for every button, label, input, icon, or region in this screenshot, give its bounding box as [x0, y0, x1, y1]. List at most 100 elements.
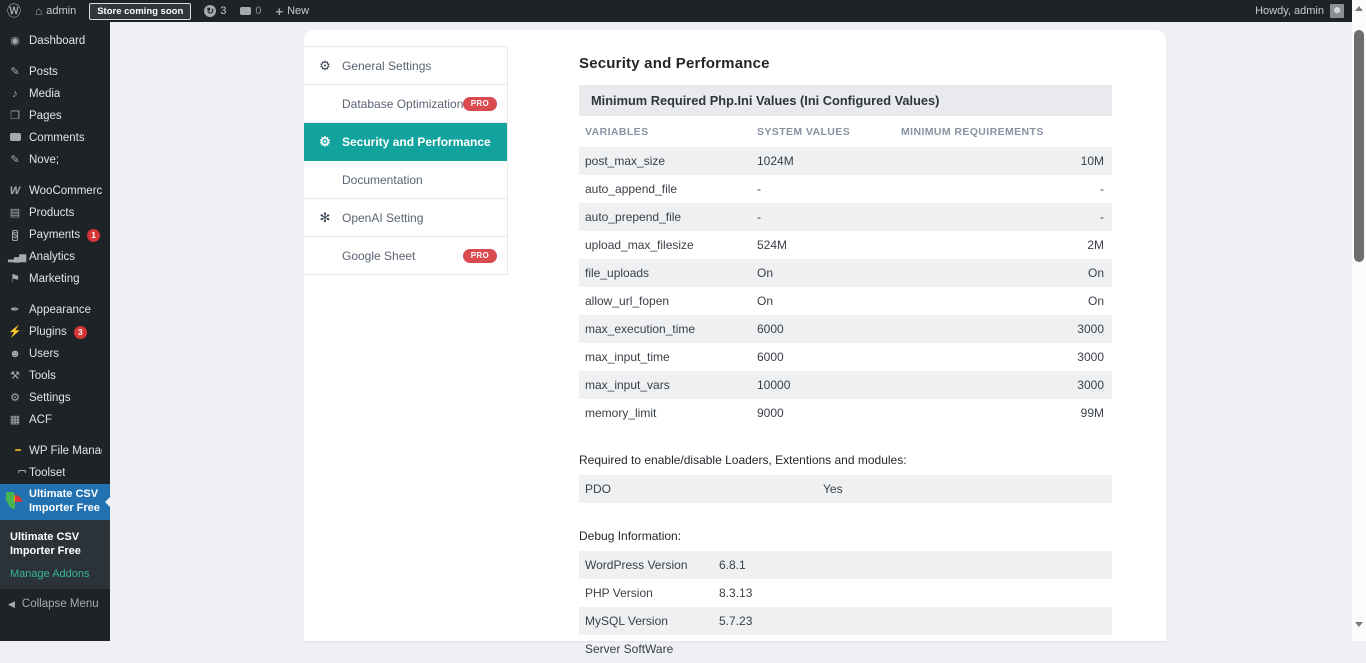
scroll-up-arrow-icon[interactable]	[1355, 6, 1363, 11]
card-icon: $	[8, 230, 22, 241]
coming-soon-badge[interactable]: Store coming soon	[89, 3, 191, 20]
database-icon	[318, 249, 332, 262]
csv-importer-logo-icon	[8, 495, 22, 509]
table-row: auto_prepend_file - -	[579, 203, 1112, 231]
pro-badge: PRO	[463, 249, 497, 263]
tab-documentation[interactable]: Documentation	[304, 161, 507, 199]
avatar[interactable]: ☻	[1330, 4, 1344, 18]
settings-card: ⚙ General Settings Database Optimization…	[304, 30, 1166, 641]
updates-link[interactable]: ↻ 3	[197, 0, 233, 22]
csv-importer-submenu: Ultimate CSV Importer Free Manage Addons	[0, 520, 110, 589]
sidebar-item-acf[interactable]: ▦ ACF	[0, 409, 110, 431]
settings-tab-list: ⚙ General Settings Database Optimization…	[304, 46, 508, 275]
pushpin-icon: ✎	[8, 155, 22, 166]
pages-icon: ❐	[8, 111, 22, 122]
settings-icon: ⚙	[8, 393, 22, 404]
products-icon: ▤	[8, 208, 22, 219]
col-system-values: SYSTEM VALUES	[757, 126, 901, 138]
sidebar-item-dashboard[interactable]: ◉ Dashboard	[0, 30, 110, 52]
sidebar-item-posts[interactable]: ✎ Posts	[0, 61, 110, 83]
table-row: PDO Yes	[579, 475, 1112, 503]
sidebar-item-tools[interactable]: ⚒ Tools	[0, 365, 110, 387]
table-row: Server SoftWare	[579, 635, 1112, 663]
comments-link[interactable]: 0	[233, 0, 268, 22]
dashboard-icon: ◉	[8, 36, 22, 47]
table-row: max_execution_time 6000 3000	[579, 315, 1112, 343]
collapse-arrow-icon: ◀	[8, 599, 15, 610]
howdy-text[interactable]: Howdy, admin	[1255, 5, 1324, 17]
gear-icon: ⚙	[318, 59, 332, 72]
grid-icon: ▦	[8, 415, 22, 426]
phpini-section-header: Minimum Required Php.Ini Values (Ini Con…	[579, 85, 1112, 116]
sidebar-item-payments[interactable]: $ Payments 1	[0, 224, 110, 246]
sidebar-item-users[interactable]: ☻ Users	[0, 343, 110, 365]
sidebar-item-plugins[interactable]: ⚡ Plugins 3	[0, 321, 110, 343]
sidebar-item-appearance[interactable]: ✒ Appearance	[0, 299, 110, 321]
debug-table: WordPress Version 6.8.1 PHP Version 8.3.…	[579, 551, 1112, 663]
home-icon: ⌂	[35, 4, 42, 18]
table-row: WordPress Version 6.8.1	[579, 551, 1112, 579]
comments-count: 0	[255, 5, 261, 17]
sidebar-item-ultimate-csv-importer[interactable]: Ultimate CSV Importer Free	[0, 484, 110, 520]
table-row: memory_limit 9000 99M	[579, 399, 1112, 427]
wordpress-logo-icon: Ⓦ	[7, 4, 21, 18]
plugins-count-badge: 3	[74, 326, 87, 339]
phpini-table: post_max_size 1024M 10M auto_append_file…	[579, 147, 1112, 427]
database-icon	[318, 97, 332, 110]
debug-label: Debug Information:	[579, 529, 1112, 543]
sidebar-item-woocommerce[interactable]: W WooCommerce	[0, 180, 110, 202]
scroll-down-arrow-icon[interactable]	[1355, 622, 1363, 627]
site-name-link[interactable]: ⌂ admin	[28, 0, 83, 22]
wordpress-menu[interactable]: Ⓦ	[0, 0, 28, 22]
loaders-label: Required to enable/disable Loaders, Exte…	[579, 453, 1112, 467]
plus-icon: +	[276, 4, 284, 19]
sidebar-item-comments[interactable]: Comments	[0, 127, 110, 149]
tab-database-optimization[interactable]: Database Optimization PRO	[304, 85, 507, 123]
sidebar-item-toolset[interactable]: Toolset	[0, 462, 110, 484]
tab-security-and-performance[interactable]: ⚙ Security and Performance	[304, 123, 507, 161]
pushpin-icon: ✎	[8, 67, 22, 78]
security-performance-panel: Security and Performance Minimum Require…	[579, 55, 1112, 663]
brush-icon: ✒	[8, 305, 22, 316]
updates-count: 3	[220, 5, 226, 17]
sidebar-item-analytics[interactable]: ▂▄▆ Analytics	[0, 246, 110, 268]
woocommerce-icon: W	[8, 186, 22, 197]
pro-badge: PRO	[463, 97, 497, 111]
table-row: upload_max_filesize 524M 2M	[579, 231, 1112, 259]
sidebar-item-products[interactable]: ▤ Products	[0, 202, 110, 224]
sidebar-item-marketing[interactable]: ⚑ Marketing	[0, 268, 110, 290]
submenu-item-ultimate-csv-importer[interactable]: Ultimate CSV Importer Free	[0, 527, 110, 562]
table-row: max_input_time 6000 3000	[579, 343, 1112, 371]
sidebar-item-settings[interactable]: ⚙ Settings	[0, 387, 110, 409]
collapse-menu-button[interactable]: ◀ Collapse Menu	[0, 593, 110, 615]
col-variables: VARIABLES	[585, 126, 757, 138]
megaphone-icon: ⚑	[8, 274, 22, 285]
submenu-item-manage-addons[interactable]: Manage Addons	[0, 562, 110, 580]
admin-bar: Ⓦ ⌂ admin Store coming soon ↻ 3 0 + New …	[0, 0, 1352, 22]
page-scrollbar[interactable]	[1352, 0, 1366, 641]
sidebar-item-nove[interactable]: ✎ Nove;	[0, 149, 110, 171]
media-icon: ♪	[8, 89, 22, 100]
table-row: file_uploads On On	[579, 259, 1112, 287]
comments-icon	[8, 133, 22, 144]
sidebar-item-pages[interactable]: ❐ Pages	[0, 105, 110, 127]
gear-icon: ⚙	[318, 135, 332, 148]
tab-general-settings[interactable]: ⚙ General Settings	[304, 47, 507, 85]
user-icon: ☻	[8, 349, 22, 360]
tab-google-sheet[interactable]: Google Sheet PRO	[304, 237, 507, 275]
updates-icon: ↻	[204, 5, 216, 17]
new-content-link[interactable]: + New	[269, 0, 317, 22]
sidebar-item-wp-file-manager[interactable]: WP File Manager	[0, 440, 110, 462]
openai-icon: ✻	[318, 211, 332, 224]
table-row: allow_url_fopen On On	[579, 287, 1112, 315]
site-name: admin	[46, 5, 76, 17]
sidebar-item-media[interactable]: ♪ Media	[0, 83, 110, 105]
scrollbar-thumb[interactable]	[1354, 30, 1364, 262]
col-minimum-requirements: MINIMUM REQUIREMENTS	[901, 126, 1112, 138]
page-title: Security and Performance	[579, 55, 1112, 72]
tab-openai-setting[interactable]: ✻ OpenAI Setting	[304, 199, 507, 237]
payments-count-badge: 1	[87, 229, 100, 242]
table-row: max_input_vars 10000 3000	[579, 371, 1112, 399]
plug-icon: ⚡	[8, 327, 22, 338]
bar-chart-icon: ▂▄▆	[8, 253, 22, 262]
